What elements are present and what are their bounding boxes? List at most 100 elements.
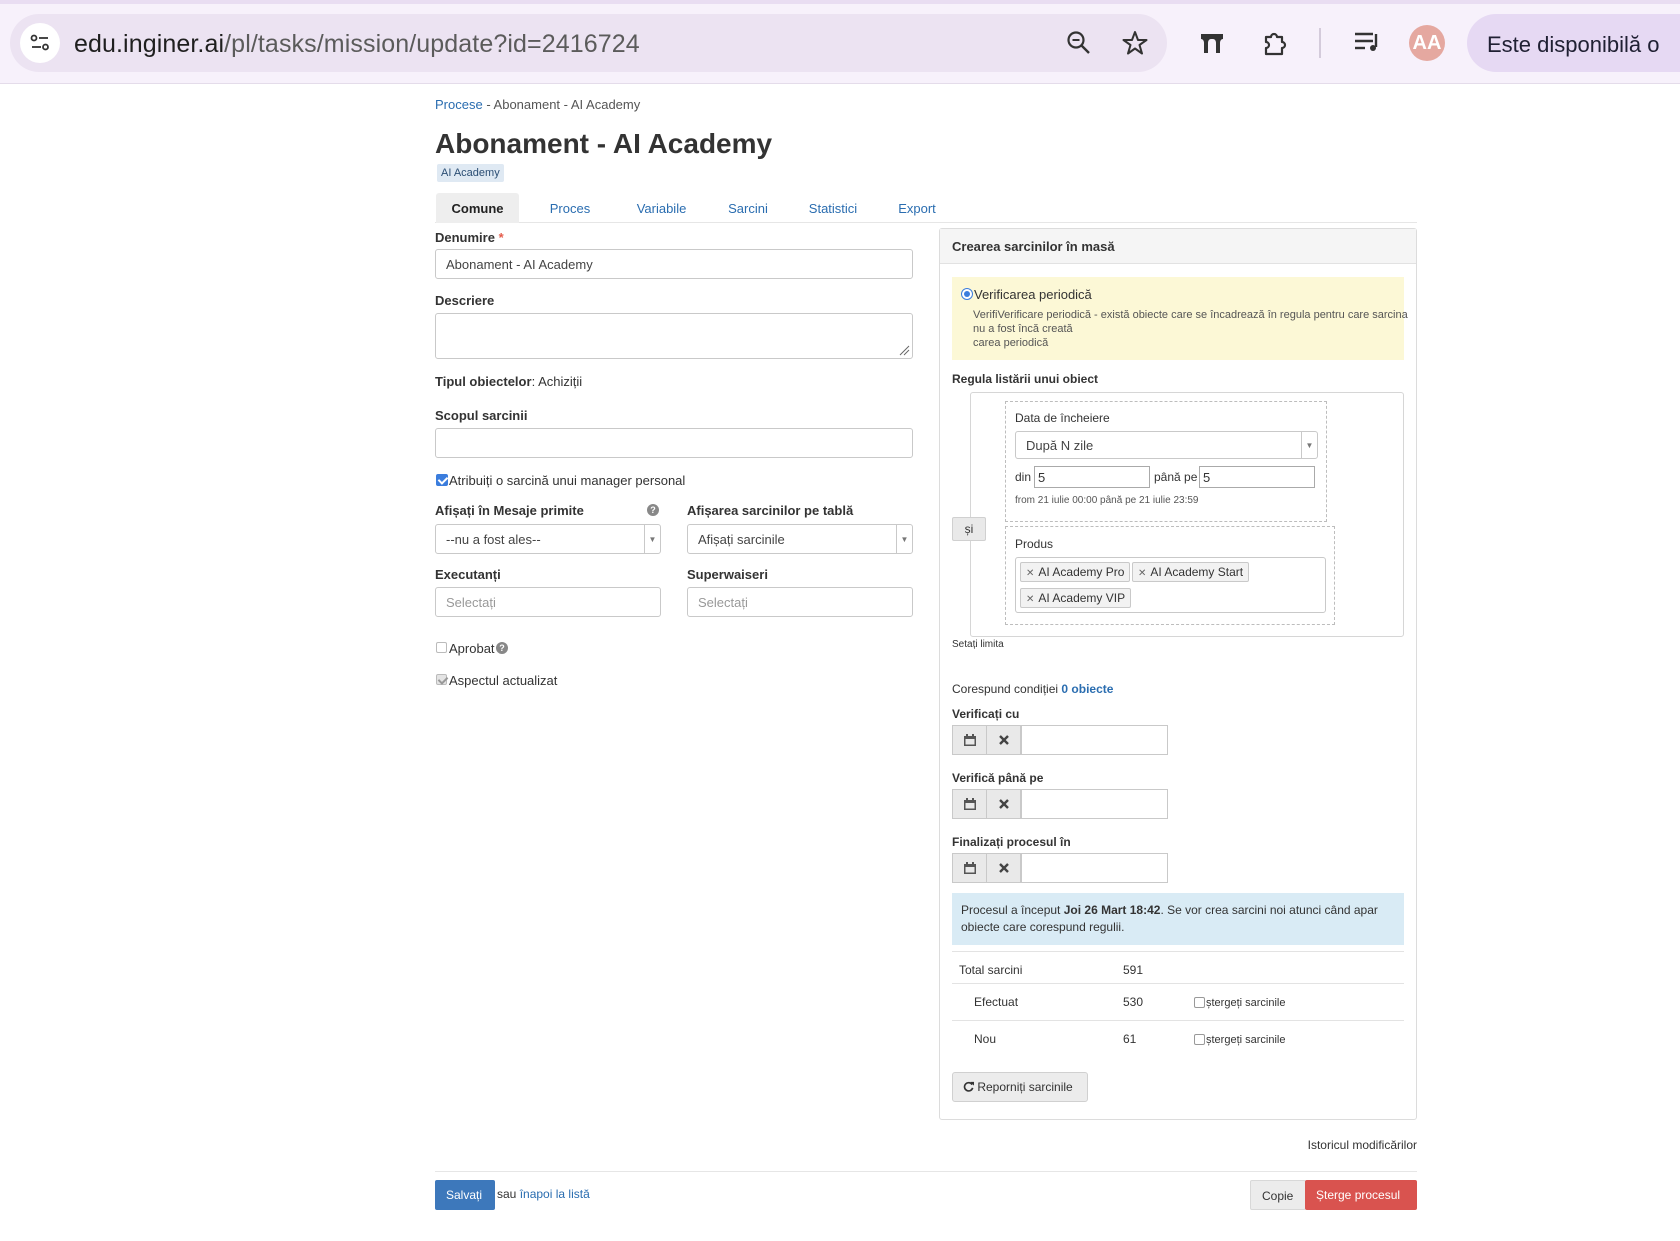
periodic-desc-3: carea periodică: [973, 337, 1049, 349]
remove-chip-icon[interactable]: ✕: [1138, 568, 1146, 579]
board-select[interactable]: Afișați sarcinile ▼: [687, 524, 913, 554]
tab-proces[interactable]: Proces: [535, 193, 605, 223]
delete-new-checkbox[interactable]: [1194, 1034, 1205, 1045]
object-type-label: Tipul obiectelor: [435, 374, 532, 389]
site-info-icon[interactable]: [20, 23, 60, 63]
tab-sarcini[interactable]: Sarcini: [717, 193, 779, 223]
supervisors-select[interactable]: Selectați: [687, 587, 913, 617]
board-value: Afișați sarcinile: [698, 532, 785, 547]
save-button[interactable]: Salvați: [435, 1180, 495, 1210]
breadcrumb-link-processes[interactable]: Procese: [435, 97, 483, 112]
calendar-icon[interactable]: [952, 853, 987, 883]
extensions-puzzle-icon[interactable]: [1255, 23, 1295, 63]
periodic-desc-1: VerifiVerificare periodică - există obie…: [973, 309, 1408, 321]
resize-handle-icon[interactable]: [898, 344, 910, 356]
help-icon[interactable]: ?: [647, 504, 659, 516]
history-link[interactable]: Istoricul modificărilor: [1308, 1138, 1417, 1152]
layout-updated-checkbox: [436, 674, 447, 685]
total-tasks-value: 591: [1123, 963, 1144, 977]
show-inbox-select[interactable]: --nu a fost ales-- ▼: [435, 524, 661, 554]
calendar-icon[interactable]: [952, 789, 987, 819]
supervisors-label: Superwaiseri: [687, 567, 768, 582]
delete-done-checkbox[interactable]: [1194, 997, 1205, 1008]
executors-select[interactable]: Selectați: [435, 587, 661, 617]
breadcrumb: Procese - Abonament - AI Academy: [435, 97, 640, 112]
show-inbox-value: --nu a fost ales--: [446, 532, 541, 547]
new-tasks-value: 61: [1123, 1032, 1137, 1046]
category-tag: AI Academy: [437, 164, 504, 182]
or-text: sau: [497, 1187, 517, 1201]
product-chip: ✕ AI Academy VIP: [1020, 588, 1132, 608]
match-count: Corespund condiției 0 obiecte: [952, 682, 1113, 696]
stats-divider: [952, 951, 1404, 952]
name-label-text: Denumire: [435, 230, 495, 245]
tab-bar: Comune Proces Variabile Sarcini Statisti…: [435, 193, 1417, 223]
assign-manager-checkbox[interactable]: [436, 474, 448, 486]
end-date-mode-select[interactable]: După N zile ▼: [1015, 431, 1318, 459]
executors-placeholder: Selectați: [446, 595, 496, 610]
check-until-input[interactable]: [1021, 789, 1168, 819]
tab-variabile[interactable]: Variabile: [619, 193, 704, 223]
product-chip: ✕ AI Academy Pro: [1020, 562, 1131, 582]
browser-toolbar: edu.inginer.ai/pl/tasks/mission/update?i…: [0, 0, 1680, 84]
delete-done-label: ștergeți sarcinile: [1206, 997, 1286, 1009]
tab-export[interactable]: Export: [887, 193, 947, 223]
url-path: /pl/tasks/mission/update?id=2416724: [224, 30, 640, 58]
help-icon[interactable]: ?: [496, 642, 508, 654]
extension-tool-icon[interactable]: [1192, 23, 1232, 63]
restart-tasks-label: Reporniți sarcinile: [977, 1080, 1073, 1094]
periodic-label: Verificarea periodică: [974, 287, 1092, 302]
restart-tasks-button[interactable]: Reporniți sarcinile: [952, 1072, 1088, 1102]
panel-title: Crearea sarcinilor în masă: [940, 229, 1416, 264]
finish-date-group: [952, 853, 1168, 883]
chevron-down-icon: ▼: [1301, 432, 1317, 458]
url-host: edu.inginer.ai: [74, 30, 225, 58]
show-inbox-label: Afișați în Mesaje primite: [435, 503, 584, 518]
goal-input[interactable]: [435, 428, 913, 458]
periodic-desc-2: nu a fost încă creată: [973, 323, 1073, 335]
media-queue-icon[interactable]: [1347, 22, 1387, 62]
end-date-mode-value: După N zile: [1026, 438, 1094, 453]
finish-input[interactable]: [1021, 853, 1168, 883]
to-label: până pe: [1154, 470, 1198, 484]
remove-chip-icon[interactable]: ✕: [1026, 568, 1034, 579]
url-text[interactable]: edu.inginer.ai/pl/tasks/mission/update?i…: [74, 30, 640, 59]
tab-comune[interactable]: Comune: [436, 193, 519, 223]
assign-manager-label: Atribuiți o sarcină unui manager persona…: [449, 473, 686, 488]
product-multiselect[interactable]: ✕ AI Academy Pro ✕ AI Academy Start ✕ AI Ac…: [1015, 557, 1326, 613]
rule-label: Regula listării unui obiect: [952, 372, 1099, 386]
bookmark-star-icon[interactable]: [1115, 23, 1155, 63]
page-title: Abonament - AI Academy: [435, 128, 773, 159]
back-to-list-link[interactable]: înapoi la listă: [520, 1187, 590, 1201]
name-input[interactable]: Abonament - AI Academy: [435, 249, 913, 279]
description-textarea[interactable]: [435, 313, 913, 359]
object-type: Tipul obiectelor: Achiziții: [435, 374, 582, 389]
zoom-icon[interactable]: [1059, 23, 1099, 63]
from-days-input[interactable]: 5: [1034, 466, 1150, 488]
tab-statistici[interactable]: Statistici: [792, 193, 874, 223]
calendar-icon[interactable]: [952, 725, 987, 755]
range-hint: from 21 iulie 00:00 până pe 21 iulie 23:…: [1015, 495, 1199, 506]
done-tasks-label: Efectuat: [974, 995, 1019, 1009]
match-objects-link[interactable]: 0 obiecte: [1061, 682, 1113, 696]
goal-label: Scopul sarcinii: [435, 408, 528, 423]
breadcrumb-separator: -: [482, 97, 494, 112]
browser-promo-chip[interactable]: Este disponibilă o: [1467, 14, 1680, 72]
object-type-value: : Achiziții: [531, 374, 583, 389]
clear-icon[interactable]: [986, 789, 1021, 819]
to-days-input[interactable]: 5: [1199, 466, 1315, 488]
clear-icon[interactable]: [986, 725, 1021, 755]
remove-chip-icon[interactable]: ✕: [1026, 594, 1034, 605]
delete-process-button[interactable]: Șterge procesul: [1305, 1180, 1417, 1210]
executors-label: Executanți: [435, 567, 501, 582]
and-operator-button[interactable]: și: [952, 517, 986, 541]
approved-checkbox[interactable]: [436, 642, 447, 653]
periodic-radio[interactable]: [961, 288, 973, 300]
clear-icon[interactable]: [986, 853, 1021, 883]
set-limit-link[interactable]: Setați limita: [952, 639, 1004, 650]
check-from-input[interactable]: [1021, 725, 1168, 755]
profile-avatar[interactable]: AA: [1409, 25, 1445, 61]
copy-button[interactable]: Copie: [1250, 1180, 1306, 1210]
total-tasks-label: Total sarcini: [959, 963, 1023, 977]
address-bar[interactable]: edu.inginer.ai/pl/tasks/mission/update?i…: [10, 14, 1167, 72]
